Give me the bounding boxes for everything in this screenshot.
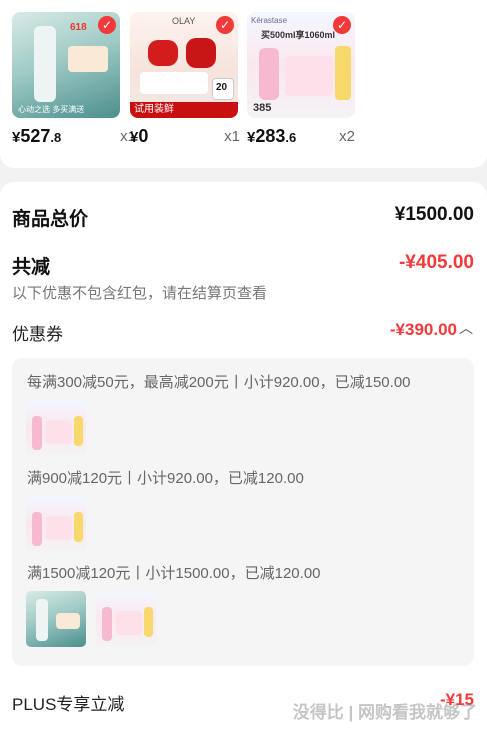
discount-value: -¥405.00 xyxy=(398,252,474,273)
coupon-product-thumbnail[interactable] xyxy=(26,591,86,647)
plus-label: PLUS专享立减 xyxy=(12,695,125,714)
total-label: 商品总价 xyxy=(12,209,89,230)
products-shape xyxy=(285,56,333,96)
tube-shape xyxy=(34,26,56,102)
checkbox-checked-icon[interactable]: ✓ xyxy=(333,16,351,34)
products-shape xyxy=(46,420,72,444)
side-shape xyxy=(335,46,351,100)
product-item-1[interactable]: 618 心动之选 多买满送 ✓ xyxy=(12,12,122,118)
product-qty: x1 xyxy=(224,128,240,145)
bottle-shape xyxy=(102,607,112,641)
badge-text: 20 xyxy=(216,82,228,93)
product-thumbnail[interactable]: 618 心动之选 多买满送 ✓ xyxy=(12,12,120,118)
products-shape xyxy=(116,611,142,635)
product-price: ¥527.8 xyxy=(12,126,62,146)
bottle-shape xyxy=(32,512,42,546)
coupon-product-thumbnail[interactable] xyxy=(26,400,86,456)
badge-text: 618 xyxy=(70,22,87,33)
product-thumbnail[interactable]: Kérastase 买500ml享1060ml 385 ✓ xyxy=(247,12,355,118)
price-tag-text: 385 xyxy=(253,102,272,114)
product-item-2[interactable]: OLAY 20 试用装鲜 ✓ xyxy=(130,12,240,118)
coupon-rule-1: 每满300减50元，最高减200元丨小计920.00，已减150.00 xyxy=(27,374,411,391)
bottle-shape xyxy=(259,48,279,100)
brand-text: OLAY xyxy=(172,16,196,26)
order-summary-card: 商品总价 ¥1500.00 共减 -¥405.00 以下优惠不包含红包，请在结算… xyxy=(0,182,487,743)
product-price-row-2: ¥0 x1 xyxy=(130,126,240,148)
tag-text: 试用装鲜 xyxy=(130,102,238,118)
caption-text: 心动之选 多买满送 xyxy=(18,105,85,114)
products-shape xyxy=(46,516,72,540)
coupon-details: 每满300减50元，最高减200元丨小计920.00，已减150.00 满900… xyxy=(12,358,474,666)
coupon-value: -¥390.00 xyxy=(389,320,457,339)
brand-text: Kérastase xyxy=(251,16,288,25)
promo-tag-shape xyxy=(56,613,80,629)
checkbox-checked-icon[interactable]: ✓ xyxy=(216,16,234,34)
coupon-label: 优惠券 xyxy=(12,325,63,344)
discount-note: 以下优惠不包含红包，请在结算页查看 xyxy=(12,285,268,302)
product-price-row-1: ¥527.8 x1 xyxy=(12,126,136,148)
product-qty: x2 xyxy=(339,128,355,145)
product-item-3[interactable]: Kérastase 买500ml享1060ml 385 ✓ xyxy=(247,12,357,118)
side-shape xyxy=(144,607,153,637)
sample-box-shape xyxy=(140,72,208,94)
product-strip: 618 心动之选 多买满送 ✓ ¥527.8 x1 OLAY 20 试用装鲜 ✓… xyxy=(0,0,487,168)
promo-tag-shape xyxy=(68,46,108,72)
total-value: ¥1500.00 xyxy=(394,204,474,225)
side-shape xyxy=(74,416,83,446)
coupon-rule-2: 满900减120元丨小计920.00，已减120.00 xyxy=(27,470,304,487)
product-price-row-3: ¥283.6 x2 xyxy=(247,126,355,148)
chevron-up-icon[interactable]: ︿ xyxy=(459,318,473,338)
jar-shape xyxy=(186,38,216,68)
jar-shape xyxy=(148,40,178,66)
bottle-shape xyxy=(32,416,42,450)
coupon-product-thumbnail[interactable] xyxy=(26,496,86,552)
product-price: ¥283.6 xyxy=(247,126,297,146)
watermark: 没得比 | 网购看我就够了 xyxy=(292,703,477,722)
product-thumbnail[interactable]: OLAY 20 试用装鲜 ✓ xyxy=(130,12,238,118)
coupon-rule-3: 满1500减120元丨小计1500.00，已减120.00 xyxy=(27,565,321,582)
tube-shape xyxy=(36,599,48,641)
side-shape xyxy=(74,512,83,542)
checkbox-checked-icon[interactable]: ✓ xyxy=(98,16,116,34)
discount-label: 共减 xyxy=(12,257,51,278)
promo-text: 买500ml享1060ml xyxy=(261,30,336,40)
product-price: ¥0 xyxy=(130,126,149,146)
coupon-product-thumbnail[interactable] xyxy=(96,591,156,647)
